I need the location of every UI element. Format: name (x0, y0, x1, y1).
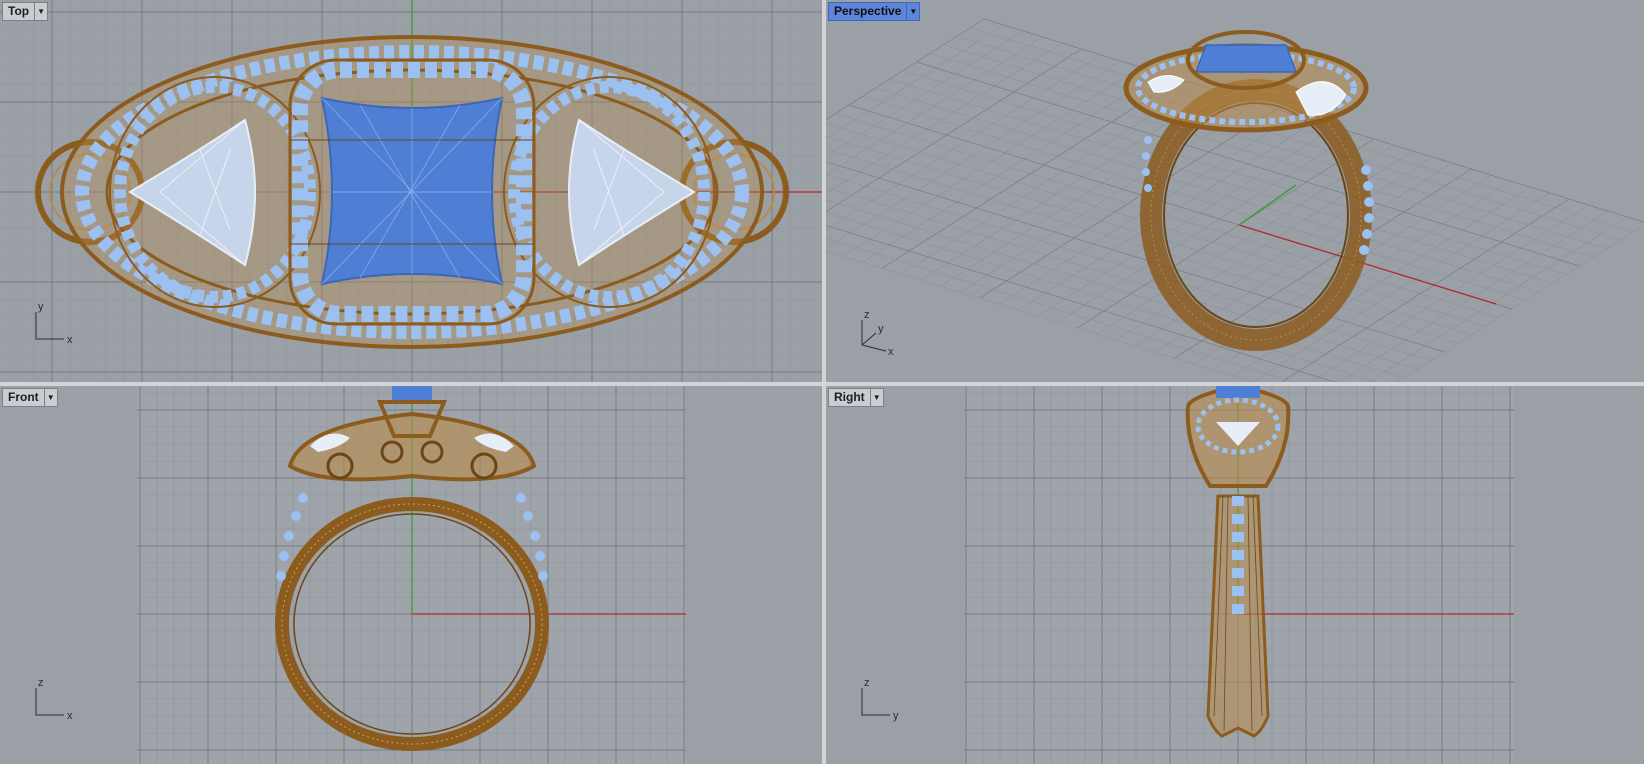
axis-label-x: x (67, 710, 73, 722)
axis-indicator: z x (35, 677, 73, 722)
viewport-title: Front (8, 390, 39, 404)
axis-label-x: x (67, 334, 73, 346)
viewport-label-right[interactable]: Right ▼ (828, 388, 884, 407)
axis-indicator: z y x (861, 309, 894, 358)
dropdown-arrow-icon[interactable]: ▼ (869, 389, 883, 406)
axis-label-z: z (864, 677, 870, 689)
viewport-label-perspective[interactable]: Perspective ▼ (828, 2, 921, 21)
axis-indicator: y x (35, 301, 73, 346)
dropdown-arrow-icon[interactable]: ▼ (34, 3, 47, 20)
viewport-top[interactable]: Top ▼ y x (0, 0, 822, 382)
viewport-label-top[interactable]: Top ▼ (2, 2, 49, 21)
viewport-title: Perspective (834, 4, 902, 18)
axis-label-y: y (38, 301, 44, 313)
viewport-front[interactable]: Front ▼ z x (0, 386, 822, 764)
y-axis-line (1238, 184, 1297, 226)
axis-label-z: z (864, 309, 870, 321)
axis-indicator: z y (861, 677, 899, 722)
viewport-title: Right (834, 390, 865, 404)
dropdown-arrow-icon[interactable]: ▼ (43, 389, 57, 406)
dropdown-arrow-icon[interactable]: ▼ (906, 3, 919, 20)
axis-label-z: z (38, 677, 44, 689)
viewport-right[interactable]: Right ▼ z y (826, 386, 1644, 764)
axis-label-y: y (878, 323, 884, 335)
viewport-label-front[interactable]: Front ▼ (2, 388, 58, 407)
viewport-title: Top (8, 4, 30, 18)
viewport-perspective[interactable]: Perspective ▼ z y x (826, 0, 1644, 382)
front-view-canvas[interactable]: z x (0, 386, 822, 764)
perspective-view-canvas[interactable]: z y x (826, 0, 1644, 382)
right-view-canvas[interactable]: z y (826, 386, 1644, 764)
ring-perspective-wireframe (1123, 30, 1374, 351)
axis-label-y: y (893, 710, 899, 722)
top-view-canvas[interactable]: y x (0, 0, 822, 382)
axis-label-x: x (888, 346, 894, 358)
ring-top-wireframe (35, 35, 789, 349)
